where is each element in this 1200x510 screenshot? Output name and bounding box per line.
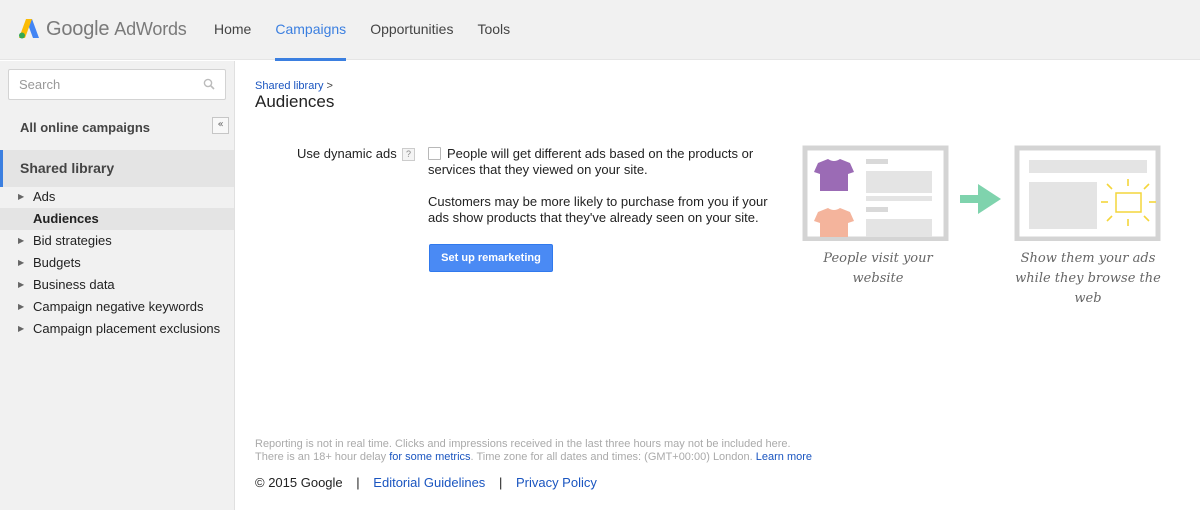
tree-item-ads[interactable]: ▶ Ads [0, 186, 234, 208]
reporting-note-line1: Reporting is not in real time. Clicks an… [255, 438, 791, 450]
adwords-logo[interactable]: Google AdWords [18, 16, 187, 42]
logo-product: AdWords [114, 18, 187, 39]
some-metrics-link[interactable]: for some metrics [389, 451, 470, 463]
all-online-campaigns-link[interactable]: All online campaigns [20, 120, 150, 135]
tree-item-label: Ads [33, 189, 56, 204]
reporting-note-line2: There is an 18+ hour delay for some metr… [255, 451, 812, 464]
dynamic-ads-label: Use dynamic ads [297, 146, 397, 161]
caption-left: People visit your website [808, 249, 948, 289]
tree-item-label: Budgets [33, 255, 81, 270]
tab-opportunities[interactable]: Opportunities [370, 0, 453, 60]
tree-item-label: Audiences [33, 211, 99, 226]
top-bar: Google AdWords Home Campaigns Opportuniti… [0, 0, 1200, 61]
tree-item-label: Bid strategies [33, 233, 112, 248]
logo-google: Google [46, 17, 110, 40]
expand-arrow-icon[interactable]: ▶ [18, 252, 24, 274]
caption-right-line1: Show them your ads [1020, 251, 1156, 266]
main-content: Shared library > Audiences Use dynamic a… [236, 61, 1200, 510]
expand-arrow-icon[interactable]: ▶ [18, 274, 24, 296]
privacy-policy-link[interactable]: Privacy Policy [516, 475, 597, 490]
tab-home[interactable]: Home [214, 0, 251, 60]
search-box [8, 69, 226, 100]
breadcrumb-shared-library-link[interactable]: Shared library [255, 80, 323, 92]
collapse-sidebar-button[interactable]: « [212, 117, 229, 134]
tree-item-campaign-negative-keywords[interactable]: ▶ Campaign negative keywords [0, 296, 234, 318]
tree-item-bid-strategies[interactable]: ▶ Bid strategies [0, 230, 234, 252]
tree-item-label: Campaign placement exclusions [33, 321, 221, 336]
dynamic-ads-description: Customers may be more likely to purchase… [428, 194, 768, 225]
note-text: There is an 18+ hour delay [255, 451, 390, 463]
shared-library-link[interactable]: Shared library [0, 150, 234, 187]
tree-item-label: Business data [33, 277, 115, 292]
reporting-note: Reporting is not in real time. Clicks an… [255, 438, 812, 464]
caption-right: Show them your ads while they browse the… [1012, 249, 1164, 309]
dynamic-ads-checkbox-text: People will get different ads based on t… [428, 146, 754, 177]
learn-more-link[interactable]: Learn more [756, 451, 812, 463]
dynamic-ads-checkbox[interactable] [428, 147, 441, 160]
breadcrumb: Shared library > [255, 80, 333, 92]
help-icon[interactable]: ? [402, 148, 415, 161]
expand-arrow-icon[interactable]: ▶ [18, 230, 24, 252]
footer-separator: | [356, 475, 360, 490]
tree-item-business-data[interactable]: ▶ Business data [0, 274, 234, 296]
tree-item-campaign-placement-exclusions[interactable]: ▶ Campaign placement exclusions [0, 318, 234, 340]
caption-left-line2: website [852, 271, 904, 286]
caption-right-line2: while they browse the [1015, 271, 1161, 286]
tree-item-audiences[interactable]: Audiences [0, 208, 234, 230]
breadcrumb-separator: > [326, 80, 333, 92]
set-up-remarketing-button[interactable]: Set up remarketing [429, 244, 553, 272]
sidebar: All online campaigns « Shared library ▶ A… [0, 61, 235, 510]
tab-tools[interactable]: Tools [477, 0, 510, 60]
website-visit-illustration [802, 145, 1161, 241]
adwords-logo-icon [19, 19, 39, 39]
caption-right-line3: web [1074, 291, 1102, 306]
expand-arrow-icon[interactable]: ▶ [18, 318, 24, 340]
footer: © 2015 Google | Editorial Guidelines | P… [255, 475, 597, 490]
expand-arrow-icon[interactable]: ▶ [18, 296, 24, 318]
editorial-guidelines-link[interactable]: Editorial Guidelines [373, 475, 485, 490]
shared-library-tree: ▶ Ads Audiences ▶ Bid strategies ▶ Budgets … [0, 186, 234, 340]
page-title: Audiences [255, 92, 335, 111]
search-icon[interactable] [203, 78, 215, 93]
caption-left-line1: People visit your [823, 251, 933, 266]
search-input[interactable] [9, 70, 189, 99]
note-text: . Time zone for all dates and times: (GM… [470, 451, 756, 463]
arrow-right-icon [960, 184, 1001, 214]
logo-wordmark: Google AdWords [46, 18, 187, 41]
expand-arrow-icon[interactable]: ▶ [18, 186, 24, 208]
tree-item-label: Campaign negative keywords [33, 299, 204, 314]
main-nav: Home Campaigns Opportunities Tools [214, 0, 534, 61]
tree-item-budgets[interactable]: ▶ Budgets [0, 252, 234, 274]
tab-campaigns[interactable]: Campaigns [275, 0, 346, 61]
footer-separator: | [498, 475, 503, 490]
copyright: © 2015 Google [255, 475, 343, 490]
